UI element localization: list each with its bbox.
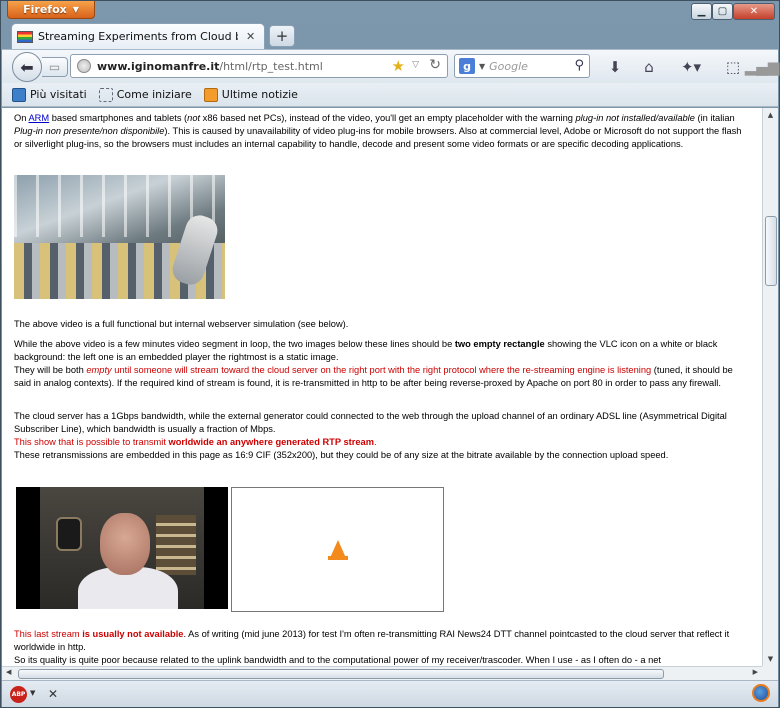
tab-title: Streaming Experiments from Cloud by Igi.… xyxy=(38,30,238,43)
url-host: www.iginomanfre.it xyxy=(97,59,220,73)
close-tab-icon[interactable]: ✕ xyxy=(246,30,255,43)
close-addon-bar-icon[interactable]: ✕ xyxy=(48,687,58,701)
rss-icon xyxy=(203,87,218,102)
bookmark-getting-started[interactable]: Come iniziare xyxy=(98,87,192,102)
search-box[interactable]: g ▼ Google ⚲ xyxy=(454,54,590,78)
url-bar[interactable]: www.iginomanfre.it/html/rtp_test.html ★ … xyxy=(70,54,448,78)
new-tab-button[interactable]: + xyxy=(269,25,295,47)
paragraph-arm: On ARM based smartphones and tablets (no… xyxy=(14,113,742,149)
person-image xyxy=(100,513,150,575)
vertical-scrollbar[interactable]: ▲ ▼ xyxy=(762,108,778,666)
downloads-icon[interactable]: ⬇ xyxy=(604,56,626,78)
horizontal-scroll-thumb[interactable] xyxy=(18,669,664,679)
favicon-icon xyxy=(17,30,33,43)
chevron-down-icon: ▼ xyxy=(72,5,79,14)
bookmark-latest-news[interactable]: Ultime notizie xyxy=(203,87,298,102)
scroll-left-icon[interactable]: ◀ xyxy=(6,668,11,676)
bookmark-label: Come iniziare xyxy=(116,88,192,101)
tab-streaming-experiments[interactable]: Streaming Experiments from Cloud by Igi.… xyxy=(11,23,265,49)
screenshot-icon[interactable]: ⬚ xyxy=(722,56,744,78)
paragraph-empty-rectangles: While the above video is a few minutes v… xyxy=(14,339,733,388)
static-image-placeholder xyxy=(231,487,444,612)
bookmark-label: Più visitati xyxy=(30,88,87,101)
google-engine-icon[interactable]: g xyxy=(459,58,475,74)
engine-dropdown-icon[interactable]: ▼ xyxy=(479,62,485,71)
home-icon[interactable]: ⌂ xyxy=(638,56,660,78)
firefox-menu-label: Firefox xyxy=(23,3,67,16)
signal-bars-icon[interactable]: ▂▄▆ xyxy=(745,56,780,78)
adblock-dropdown-icon[interactable]: ▼ xyxy=(30,689,35,697)
paragraph-last-stream: This last stream is usually not availabl… xyxy=(14,629,730,665)
close-window-button[interactable]: ✕ xyxy=(733,3,775,20)
bookmarks-menu-icon[interactable]: ✦▾ xyxy=(674,56,708,78)
tab-bar: Streaming Experiments from Cloud by Igi.… xyxy=(7,23,775,49)
scroll-corner xyxy=(762,666,778,680)
search-icon[interactable]: ⚲ xyxy=(574,58,584,73)
url-history-dropdown-icon[interactable]: ▽ xyxy=(412,60,419,70)
adblock-plus-icon[interactable]: ABP xyxy=(10,686,27,703)
paragraph-bandwidth: The cloud server has a 1Gbps bandwidth, … xyxy=(14,411,727,460)
firefox-logo-icon xyxy=(752,684,770,702)
reload-icon[interactable]: ↻ xyxy=(429,57,441,73)
bookmark-star-icon[interactable]: ★ xyxy=(392,57,405,75)
scroll-down-icon[interactable]: ▼ xyxy=(763,652,778,666)
minimize-button[interactable]: ▁ xyxy=(691,3,712,20)
maximize-button[interactable]: ▢ xyxy=(712,3,733,20)
search-input[interactable]: Google xyxy=(489,60,528,73)
firefox-menu-button[interactable]: Firefox ▼ xyxy=(7,1,95,19)
vertical-scroll-thumb[interactable] xyxy=(765,216,777,286)
embedded-video-player[interactable] xyxy=(16,487,228,609)
addon-bar: ABP ▼ ✕ xyxy=(2,680,778,707)
back-button[interactable]: ⬅ xyxy=(12,52,42,82)
scroll-up-icon[interactable]: ▲ xyxy=(763,108,778,122)
page-icon xyxy=(98,87,113,102)
arm-link[interactable]: ARM xyxy=(28,113,49,123)
paragraph-simulation: The above video is a full functional but… xyxy=(14,319,349,329)
site-identity-icon[interactable] xyxy=(77,59,91,73)
scroll-right-icon[interactable]: ▶ xyxy=(753,668,758,676)
url-path: /html/rtp_test.html xyxy=(219,59,323,73)
bookmark-most-visited[interactable]: Più visitati xyxy=(12,87,87,102)
most-visited-icon xyxy=(12,87,26,102)
navigation-toolbar: ⬅ ▭ www.iginomanfre.it/html/rtp_test.htm… xyxy=(2,49,780,83)
horizontal-scrollbar[interactable]: ◀ ▶ xyxy=(2,666,762,680)
bookmarks-toolbar: Più visitati Come iniziare Ultime notizi… xyxy=(2,83,778,107)
browser-window: Firefox ▼ ▁ ▢ ✕ Streaming Experiments fro… xyxy=(0,0,780,708)
warehouse-video-frame[interactable] xyxy=(14,175,225,299)
bookmark-label: Ultime notizie xyxy=(221,88,298,101)
history-button[interactable]: ▭ xyxy=(42,57,68,77)
